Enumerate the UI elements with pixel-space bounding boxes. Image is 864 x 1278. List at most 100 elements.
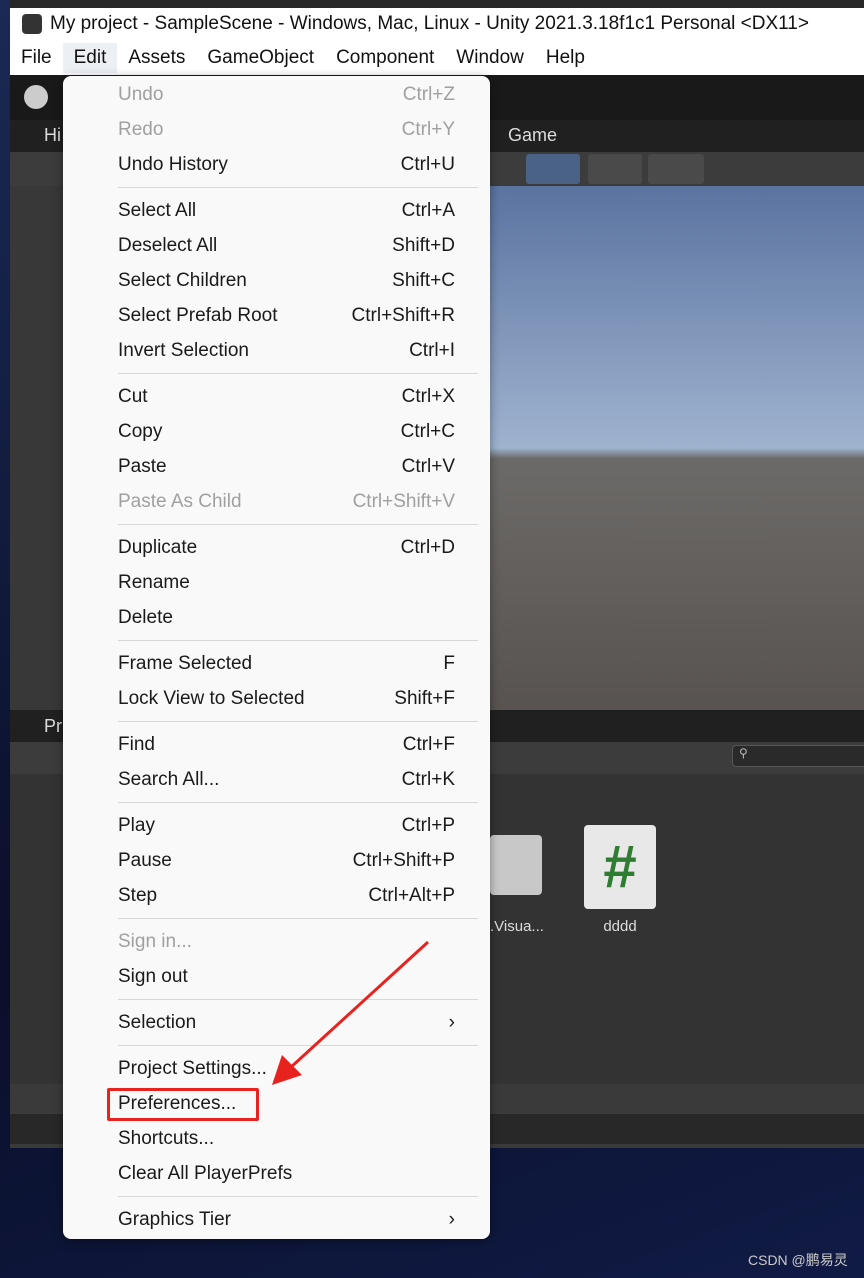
menu-window[interactable]: Window bbox=[445, 43, 535, 73]
menu-item-cut[interactable]: Cut Ctrl+X bbox=[63, 379, 490, 414]
menu-item-label: Deselect All bbox=[118, 234, 218, 256]
menu-item-label: Invert Selection bbox=[118, 339, 249, 361]
account-icon[interactable] bbox=[24, 85, 48, 109]
menu-item-shortcut: Ctrl+A bbox=[401, 199, 455, 221]
menu-item-shortcut: Shift+D bbox=[392, 234, 455, 256]
menu-item-step[interactable]: Step Ctrl+Alt+P bbox=[63, 878, 490, 913]
menu-item-label: Lock View to Selected bbox=[118, 687, 305, 709]
menu-item-copy[interactable]: Copy Ctrl+C bbox=[63, 414, 490, 449]
menu-separator bbox=[63, 716, 490, 727]
menu-item-label: Graphics Tier bbox=[118, 1208, 231, 1230]
project-search-input[interactable]: ⚲ bbox=[732, 745, 864, 767]
menu-separator bbox=[63, 797, 490, 808]
menu-separator bbox=[63, 368, 490, 379]
menu-item-shortcut: Ctrl+Shift+R bbox=[351, 304, 455, 326]
tab-hierarchy[interactable]: Hi bbox=[44, 125, 61, 146]
menu-item-redo: Redo Ctrl+Y bbox=[63, 112, 490, 147]
window-title: My project - SampleScene - Windows, Mac,… bbox=[50, 13, 809, 34]
asset-label: dddd bbox=[603, 918, 637, 935]
menu-item-search-all[interactable]: Search All... Ctrl+K bbox=[63, 762, 490, 797]
menu-item-label: Select Children bbox=[118, 269, 247, 291]
annotation-highlight-box bbox=[107, 1088, 259, 1121]
tab-game[interactable]: Game bbox=[508, 125, 557, 146]
menu-item-paste-as-child: Paste As Child Ctrl+Shift+V bbox=[63, 484, 490, 519]
menu-item-shortcut: F bbox=[443, 652, 455, 674]
snap-toggle[interactable] bbox=[588, 154, 642, 184]
menu-item-label: Select All bbox=[118, 199, 197, 221]
divider bbox=[118, 524, 478, 525]
tab-project[interactable]: Pr bbox=[44, 716, 62, 737]
hierarchy-panel bbox=[10, 186, 63, 710]
divider bbox=[118, 802, 478, 803]
menu-item-label: Frame Selected bbox=[118, 652, 253, 674]
menu-item-paste[interactable]: Paste Ctrl+V bbox=[63, 449, 490, 484]
menu-separator bbox=[63, 519, 490, 530]
menu-item-label: Pause bbox=[118, 849, 172, 871]
menu-item-shortcut: Ctrl+X bbox=[401, 385, 455, 407]
menu-item-label: Project Settings... bbox=[118, 1057, 267, 1079]
menu-item-shortcuts[interactable]: Shortcuts... bbox=[63, 1121, 490, 1156]
menu-gameobject[interactable]: GameObject bbox=[196, 43, 325, 73]
menu-item-label: Paste bbox=[118, 455, 167, 477]
divider bbox=[118, 918, 478, 919]
gizmo-toggle[interactable] bbox=[526, 154, 580, 184]
menu-help[interactable]: Help bbox=[535, 43, 596, 73]
menu-item-shortcut: Ctrl+C bbox=[400, 420, 455, 442]
menu-item-label: Duplicate bbox=[118, 536, 198, 558]
menu-bar: File Edit Assets GameObject Component Window H… bbox=[10, 40, 864, 75]
menu-item-label: Undo History bbox=[118, 153, 228, 175]
menu-item-label: Undo bbox=[118, 83, 164, 105]
menu-item-lock-view-to-selected[interactable]: Lock View to Selected Shift+F bbox=[63, 681, 490, 716]
menu-item-duplicate[interactable]: Duplicate Ctrl+D bbox=[63, 530, 490, 565]
menu-item-label: Find bbox=[118, 733, 155, 755]
menu-item-label: Selection bbox=[118, 1011, 197, 1033]
menu-item-shortcut: Ctrl+Y bbox=[401, 118, 455, 140]
folder-icon[interactable] bbox=[490, 835, 542, 895]
menu-item-shortcut: Ctrl+D bbox=[400, 536, 455, 558]
menu-item-select-children[interactable]: Select Children Shift+C bbox=[63, 263, 490, 298]
menu-item-label: Select Prefab Root bbox=[118, 304, 278, 326]
menu-item-label: Search All... bbox=[118, 768, 220, 790]
menu-item-invert-selection[interactable]: Invert Selection Ctrl+I bbox=[63, 333, 490, 368]
menu-separator bbox=[63, 1191, 490, 1202]
menu-item-label: Step bbox=[118, 884, 158, 906]
menu-item-undo-history[interactable]: Undo History Ctrl+U bbox=[63, 147, 490, 182]
menu-item-undo: Undo Ctrl+Z bbox=[63, 77, 490, 112]
menu-item-deselect-all[interactable]: Deselect All Shift+D bbox=[63, 228, 490, 263]
menu-component[interactable]: Component bbox=[325, 43, 445, 73]
menu-edit[interactable]: Edit bbox=[62, 42, 118, 73]
menu-item-shortcut: Ctrl+P bbox=[401, 814, 455, 836]
menu-item-label: Shortcuts... bbox=[118, 1127, 215, 1149]
title-bar: My project - SampleScene - Windows, Mac,… bbox=[10, 8, 864, 40]
menu-item-shortcut: Ctrl+U bbox=[400, 153, 455, 175]
divider bbox=[118, 721, 478, 722]
menu-item-delete[interactable]: Delete bbox=[63, 600, 490, 635]
menu-item-label: Paste As Child bbox=[118, 490, 242, 512]
menu-item-shortcut: Ctrl+V bbox=[401, 455, 455, 477]
menu-item-shortcut: Ctrl+I bbox=[409, 339, 455, 361]
menu-item-shortcut: Ctrl+F bbox=[402, 733, 455, 755]
chevron-right-icon: › bbox=[448, 1208, 455, 1230]
menu-assets[interactable]: Assets bbox=[117, 43, 196, 73]
menu-item-label: Sign in... bbox=[118, 930, 192, 952]
menu-item-select-prefab-root[interactable]: Select Prefab Root Ctrl+Shift+R bbox=[63, 298, 490, 333]
unity-logo-icon bbox=[22, 14, 42, 34]
menu-item-find[interactable]: Find Ctrl+F bbox=[63, 727, 490, 762]
menu-item-clear-all-playerprefs[interactable]: Clear All PlayerPrefs bbox=[63, 1156, 490, 1191]
csharp-script-icon[interactable]: # bbox=[584, 825, 656, 909]
menu-item-label: Delete bbox=[118, 606, 173, 628]
menu-item-shortcut: Shift+C bbox=[392, 269, 455, 291]
watermark: CSDN @鹏易灵 bbox=[748, 1252, 848, 1268]
menu-item-frame-selected[interactable]: Frame Selected F bbox=[63, 646, 490, 681]
grid-toggle[interactable] bbox=[648, 154, 704, 184]
menu-item-pause[interactable]: Pause Ctrl+Shift+P bbox=[63, 843, 490, 878]
scene-view[interactable] bbox=[490, 186, 864, 710]
menu-file[interactable]: File bbox=[10, 43, 63, 73]
menu-item-rename[interactable]: Rename bbox=[63, 565, 490, 600]
menu-separator bbox=[63, 635, 490, 646]
menu-item-play[interactable]: Play Ctrl+P bbox=[63, 808, 490, 843]
menu-item-graphics-tier[interactable]: Graphics Tier › bbox=[63, 1202, 490, 1237]
menu-item-label: Copy bbox=[118, 420, 163, 442]
menu-item-shortcut: Shift+F bbox=[394, 687, 455, 709]
menu-item-select-all[interactable]: Select All Ctrl+A bbox=[63, 193, 490, 228]
